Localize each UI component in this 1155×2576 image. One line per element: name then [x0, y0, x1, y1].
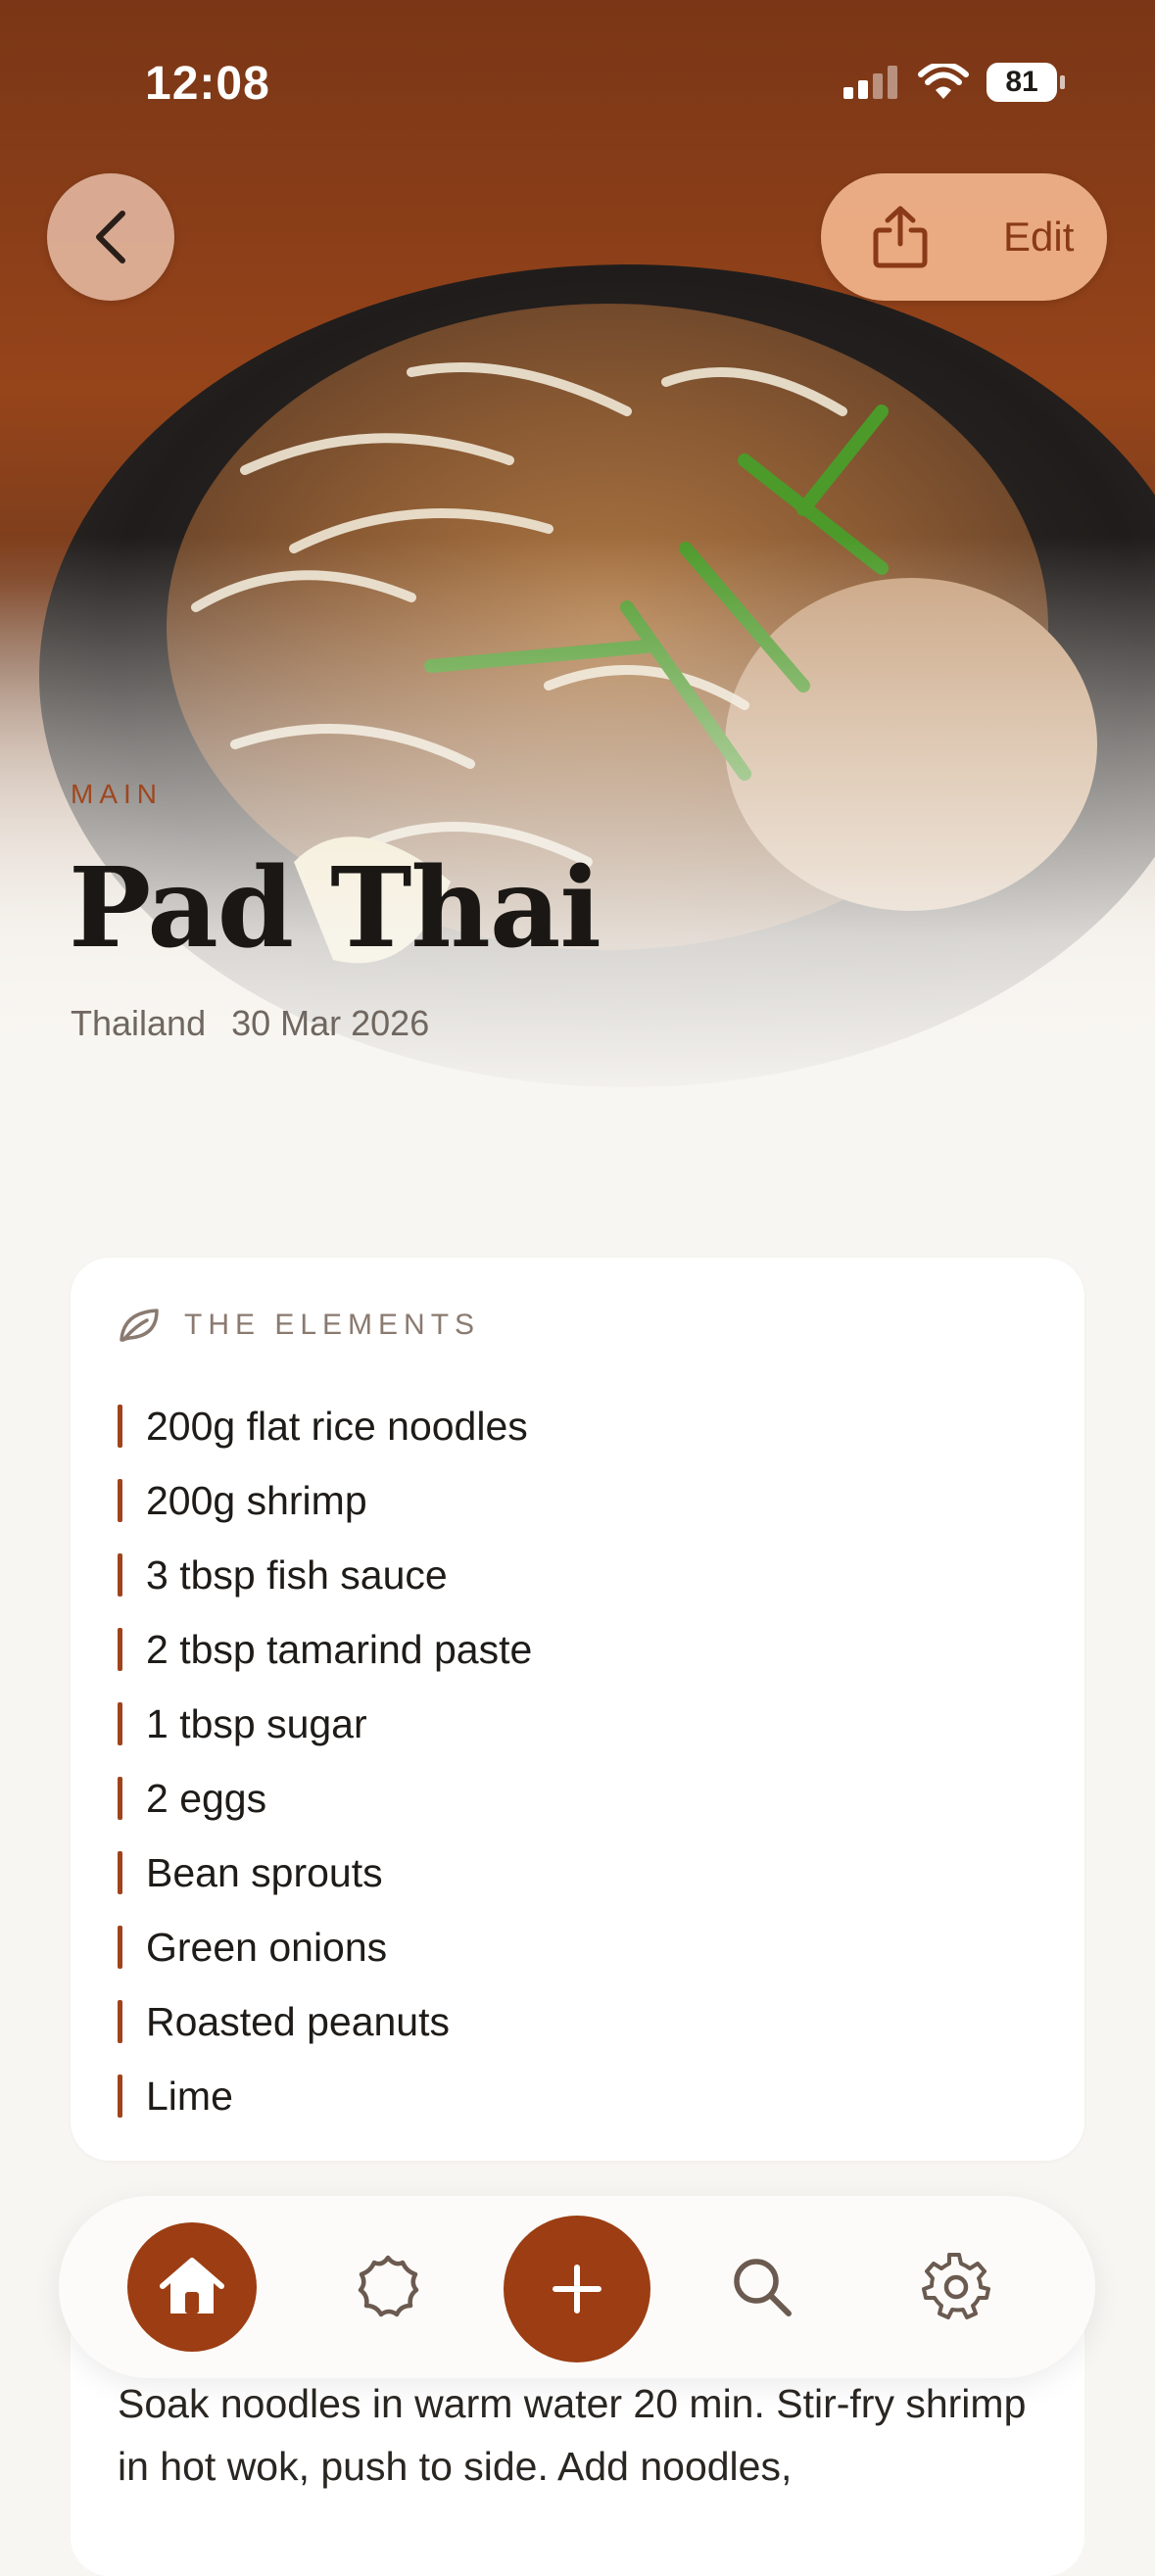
- ingredient-marker: [118, 2000, 122, 2043]
- status-time: 12:08: [145, 58, 270, 110]
- ingredient-text: 1 tbsp sugar: [146, 1700, 367, 1746]
- search-icon: [734, 2259, 792, 2316]
- battery-indicator: 81: [987, 63, 1065, 102]
- ingredient-marker: [118, 1851, 122, 1894]
- ingredients-list: 200g flat rice noodles 200g shrimp 3 tbs…: [118, 1389, 532, 2133]
- ingredient-marker: [118, 1405, 122, 1448]
- ingredient-text: Roasted peanuts: [146, 1998, 451, 2044]
- actions-pill: Edit: [821, 173, 1107, 301]
- ingredient-marker: [118, 1777, 122, 1820]
- tab-home[interactable]: [127, 2222, 257, 2352]
- tab-settings[interactable]: [907, 2238, 1005, 2336]
- ingredient-text: 2 tbsp tamarind paste: [146, 1626, 533, 1672]
- method-text: Soak noodles in warm water 20 min. Stir-…: [118, 2381, 1027, 2489]
- share-icon: [873, 206, 928, 268]
- ingredient-text: Lime: [146, 2073, 233, 2119]
- home-icon: [160, 2258, 224, 2314]
- ingredient-marker: [118, 1702, 122, 1745]
- recipe-title: Pad Thai: [69, 844, 602, 973]
- tab-search[interactable]: [713, 2238, 811, 2336]
- ingredients-title: THE ELEMENTS: [184, 1309, 481, 1341]
- ingredient-item: Roasted peanuts: [118, 1984, 532, 2059]
- ingredient-marker: [118, 1926, 122, 1969]
- status-icons: 81: [843, 63, 1065, 102]
- gear-icon: [922, 2253, 990, 2319]
- ingredients-header: THE ELEMENTS: [118, 1307, 480, 1344]
- ingredients-card: THE ELEMENTS 200g flat rice noodles 200g…: [71, 1258, 1084, 2161]
- recipe-category: MAIN: [71, 779, 163, 809]
- tab-bar: [59, 2196, 1095, 2378]
- ingredient-item: Lime: [118, 2059, 532, 2133]
- elements-icon: [358, 2255, 419, 2317]
- ingredient-marker: [118, 1553, 122, 1597]
- recipe-meta: Thailand 30 Mar 2026: [71, 1003, 429, 1044]
- chevron-left-icon: [96, 211, 125, 263]
- ingredient-item: 1 tbsp sugar: [118, 1687, 532, 1761]
- leaf-icon: [120, 1309, 159, 1342]
- ingredient-item: Bean sprouts: [118, 1836, 532, 1910]
- ingredient-item: 3 tbsp fish sauce: [118, 1538, 532, 1612]
- ingredient-text: 2 eggs: [146, 1775, 267, 1821]
- ingredient-text: Bean sprouts: [146, 1849, 383, 1895]
- ingredient-text: 200g flat rice noodles: [146, 1403, 528, 1449]
- recipe-date: 30 Mar 2026: [231, 1003, 430, 1043]
- plus-icon: [553, 2265, 602, 2314]
- ingredient-text: Green onions: [146, 1924, 388, 1970]
- ingredient-item: 2 eggs: [118, 1761, 532, 1836]
- ingredient-text: 200g shrimp: [146, 1477, 367, 1523]
- ingredient-marker: [118, 2075, 122, 2118]
- share-button[interactable]: [866, 203, 935, 271]
- ingredient-item: 2 tbsp tamarind paste: [118, 1612, 532, 1687]
- cellular-signal-icon: [843, 66, 897, 99]
- ingredient-item: 200g flat rice noodles: [118, 1389, 532, 1463]
- ingredient-text: 3 tbsp fish sauce: [146, 1551, 448, 1598]
- ingredient-marker: [118, 1628, 122, 1671]
- add-recipe-button[interactable]: [504, 2216, 650, 2362]
- recipe-origin: Thailand: [71, 1003, 207, 1043]
- status-bar: 12:08 81: [0, 0, 1155, 167]
- ingredient-item: Green onions: [118, 1910, 532, 1984]
- ingredient-marker: [118, 1479, 122, 1522]
- back-button[interactable]: [47, 173, 174, 301]
- ingredient-item: 200g shrimp: [118, 1463, 532, 1538]
- edit-button[interactable]: Edit: [1003, 214, 1074, 261]
- wifi-icon: [918, 64, 969, 99]
- tab-elements[interactable]: [339, 2238, 437, 2336]
